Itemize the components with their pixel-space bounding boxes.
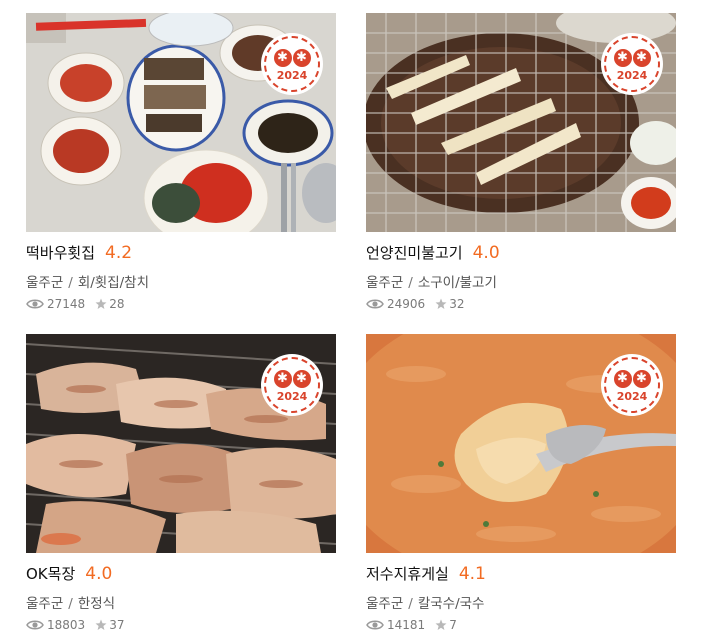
restaurant-area: 울주군 (366, 275, 404, 291)
restaurant-stats: 14181 7 (366, 617, 676, 633)
award-badge-icon: ✱ ✱ 2024 (264, 357, 320, 413)
meta-separator: / (408, 275, 413, 291)
restaurant-category: 칼국수/국수 (417, 596, 485, 612)
restaurant-stats: 18803 37 (26, 617, 336, 633)
restaurant-meta: 울주군 / 칼국수/국수 (366, 592, 676, 612)
restaurant-card[interactable]: ✱ ✱ 2024 떡바우횟집 4.2 울주군 / 회/횟집/참치 27148 28 (26, 13, 336, 312)
star-icon (95, 619, 107, 630)
view-count: 24906 (387, 297, 426, 311)
restaurant-name[interactable]: OK목장 (26, 563, 75, 584)
eye-icon (26, 620, 44, 630)
restaurant-meta: 울주군 / 회/횟집/참치 (26, 271, 336, 291)
restaurant-photo[interactable]: ✱ ✱ 2024 (26, 334, 336, 553)
eye-icon (366, 620, 384, 630)
restaurant-rating: 4.2 (105, 243, 133, 263)
restaurant-area: 울주군 (26, 275, 64, 291)
star-count: 32 (449, 297, 465, 311)
restaurant-rating: 4.1 (458, 564, 486, 584)
eye-icon (26, 299, 44, 309)
star-icon (435, 298, 447, 309)
restaurant-category: 한정식 (77, 596, 116, 612)
view-count: 27148 (47, 297, 86, 311)
restaurant-rating: 4.0 (472, 243, 500, 263)
restaurant-card[interactable]: ✱ ✱ 2024 OK목장 4.0 울주군 / 한정식 18803 37 (26, 334, 336, 633)
eye-icon (366, 299, 384, 309)
star-count: 7 (449, 618, 457, 632)
badge-stars: ✱ ✱ (273, 48, 311, 67)
restaurant-area: 울주군 (366, 596, 404, 612)
badge-year: 2024 (276, 68, 308, 82)
restaurant-photo[interactable]: ✱ ✱ 2024 (26, 13, 336, 232)
restaurant-category: 소구이/불고기 (417, 275, 497, 291)
restaurant-meta: 울주군 / 소구이/불고기 (366, 271, 676, 291)
meta-separator: / (68, 596, 73, 612)
restaurant-name[interactable]: 언양진미불고기 (366, 242, 463, 263)
meta-separator: / (408, 596, 413, 612)
restaurant-card[interactable]: ✱ ✱ 2024 저수지휴게실 4.1 울주군 / 칼국수/국수 14181 7 (366, 334, 676, 633)
restaurant-stats: 24906 32 (366, 296, 676, 312)
view-count: 14181 (387, 618, 426, 632)
badge-year: 2024 (276, 389, 308, 403)
award-badge-icon: ✱ ✱ 2024 (264, 36, 320, 92)
restaurant-stats: 27148 28 (26, 296, 336, 312)
star-icon (95, 298, 107, 309)
restaurant-name[interactable]: 저수지휴게실 (366, 563, 449, 584)
restaurant-photo[interactable]: ✱ ✱ 2024 (366, 13, 676, 232)
view-count: 18803 (47, 618, 86, 632)
star-count: 37 (109, 618, 125, 632)
restaurant-card[interactable]: ✱ ✱ 2024 언양진미불고기 4.0 울주군 / 소구이/불고기 24906 32 (366, 13, 676, 312)
restaurant-meta: 울주군 / 한정식 (26, 592, 336, 612)
badge-stars: ✱ ✱ (613, 48, 651, 67)
meta-separator: / (68, 275, 73, 291)
restaurant-rating: 4.0 (85, 564, 113, 584)
award-badge-icon: ✱ ✱ 2024 (604, 36, 660, 92)
badge-year: 2024 (616, 68, 648, 82)
star-count: 28 (109, 297, 125, 311)
star-icon (435, 619, 447, 630)
award-badge-icon: ✱ ✱ 2024 (604, 357, 660, 413)
badge-stars: ✱ ✱ (273, 369, 311, 388)
restaurant-photo[interactable]: ✱ ✱ 2024 (366, 334, 676, 553)
restaurant-name[interactable]: 떡바우횟집 (26, 242, 95, 263)
badge-year: 2024 (616, 389, 648, 403)
restaurant-category: 회/횟집/참치 (77, 275, 150, 291)
badge-stars: ✱ ✱ (613, 369, 651, 388)
restaurant-area: 울주군 (26, 596, 64, 612)
